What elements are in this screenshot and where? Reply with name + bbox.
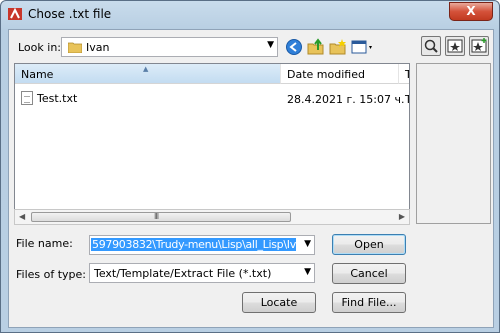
scrollbar-grip: III <box>154 212 159 221</box>
file-name-label: File name: <box>16 237 73 250</box>
file-name: Test.txt <box>37 92 78 105</box>
file-type-value: Text/Template/Extract File (*.txt) <box>94 267 272 280</box>
back-icon[interactable] <box>285 38 303 56</box>
look-in-value: Ivan <box>86 41 110 54</box>
scroll-right-icon[interactable]: ▶ <box>399 212 405 221</box>
autocad-app-icon <box>8 7 22 20</box>
file-type: Te <box>405 93 410 106</box>
find-file-button[interactable]: Find File... <box>332 292 406 313</box>
look-in-label: Look in: <box>18 41 61 54</box>
chevron-down-icon[interactable]: ▼ <box>304 239 311 249</box>
text-file-icon <box>21 91 33 105</box>
file-type-label: Files of type: <box>16 268 87 281</box>
column-header-name[interactable]: Name ▲ <box>15 64 281 84</box>
file-date: 28.4.2021 г. 15:07 ч. <box>287 93 405 106</box>
close-button[interactable]: X <box>449 2 493 21</box>
up-folder-icon[interactable] <box>307 38 325 56</box>
chevron-down-icon[interactable]: ▼ <box>267 40 274 50</box>
scrollbar-thumb[interactable]: III <box>31 212 291 222</box>
horizontal-scrollbar[interactable]: ◀ III ▶ <box>14 209 410 225</box>
locate-button[interactable]: Locate <box>242 292 316 313</box>
file-name-value: 597903832\Trudy-menu\Lisp\all_Lisp\Ivan\ <box>91 238 296 251</box>
list-item[interactable]: Test.txt <box>21 91 77 105</box>
view-menu-icon[interactable] <box>351 38 375 56</box>
column-header-date[interactable]: Date modified <box>281 64 399 84</box>
file-list[interactable]: Name ▲ Date modified Ty Test.txt 28.4.20… <box>14 63 410 224</box>
add-star-icon <box>471 38 487 53</box>
add-favorite-button[interactable] <box>469 36 489 56</box>
cancel-button[interactable]: Cancel <box>332 263 406 284</box>
preview-pane <box>416 63 491 224</box>
file-name-input[interactable]: 597903832\Trudy-menu\Lisp\all_Lisp\Ivan\… <box>89 235 315 255</box>
file-type-dropdown[interactable]: Text/Template/Extract File (*.txt) ▼ <box>89 263 315 283</box>
column-header-name-label: Name <box>21 68 54 81</box>
dialog-client: Look in: Ivan ▼ Name ▲ Date modified T T… <box>8 29 494 328</box>
window-title: Chose .txt file <box>28 7 112 21</box>
favorites-button[interactable] <box>445 36 465 56</box>
search-web-button[interactable] <box>421 36 441 56</box>
look-in-dropdown[interactable]: Ivan ▼ <box>61 37 278 57</box>
column-header-type-label: Ty <box>405 68 410 81</box>
column-header-date-label: Date modified <box>287 68 365 81</box>
open-button[interactable]: Open <box>332 234 406 255</box>
chevron-down-icon[interactable]: ▼ <box>304 267 311 277</box>
folder-icon <box>68 42 82 53</box>
title-bar[interactable]: Chose .txt file X <box>1 1 499 27</box>
column-header-type[interactable]: Ty <box>399 64 410 84</box>
file-dialog-window: Chose .txt file X Look in: Ivan ▼ Name ▲… <box>0 0 500 333</box>
new-folder-icon[interactable] <box>329 38 347 56</box>
sort-ascending-icon: ▲ <box>143 65 149 73</box>
search-icon <box>424 39 438 53</box>
scroll-left-icon[interactable]: ◀ <box>19 212 25 221</box>
star-icon <box>447 39 463 53</box>
